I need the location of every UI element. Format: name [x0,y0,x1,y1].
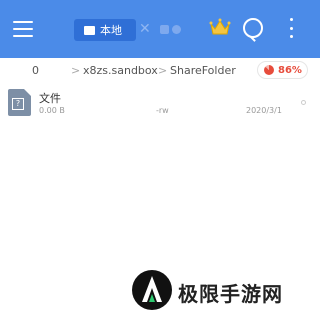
watermark-text: 极限手游网 [178,282,283,306]
breadcrumb-item-root[interactable]: 0 [32,64,39,77]
close-tab-icon[interactable]: ✕ [139,21,151,37]
more-options-icon[interactable] [281,18,301,38]
file-date: 2020/3/1 [246,106,282,115]
site-logo-icon [132,270,172,310]
tab-local-label: 本地 [100,24,122,37]
select-checkbox[interactable] [301,100,306,105]
breadcrumb-separator: > [158,63,168,77]
search-icon[interactable] [243,18,263,38]
storage-usage-badge[interactable]: 86% [257,61,308,79]
breadcrumb-separator: > [71,63,81,77]
storage-usage-text: 86% [278,64,302,76]
list-item[interactable]: ? 文件 0.00 B -rw 2020/3/1 [0,86,320,120]
pie-chart-icon [264,65,274,75]
drive-icon [160,24,169,34]
drive-icon [84,25,95,35]
tab-other[interactable] [160,24,188,34]
menu-icon[interactable] [13,21,33,37]
file-name: 文件 [39,92,61,105]
unknown-file-icon: ? [8,89,31,116]
tab-local[interactable]: 本地 [74,19,136,41]
file-size: 0.00 B [39,106,65,115]
file-permissions: -rw [156,106,169,115]
breadcrumb-item-sharefolder[interactable]: ShareFolder [170,64,236,77]
top-app-bar: 本地 ✕ [0,0,320,58]
circle-icon [172,24,181,34]
watermark: 极限手游网 [130,268,310,314]
breadcrumb-item-sandbox[interactable]: x8zs.sandbox [83,64,158,77]
crown-icon[interactable] [209,17,231,37]
breadcrumb: 0 > x8zs.sandbox > ShareFolder 86% [0,58,320,82]
